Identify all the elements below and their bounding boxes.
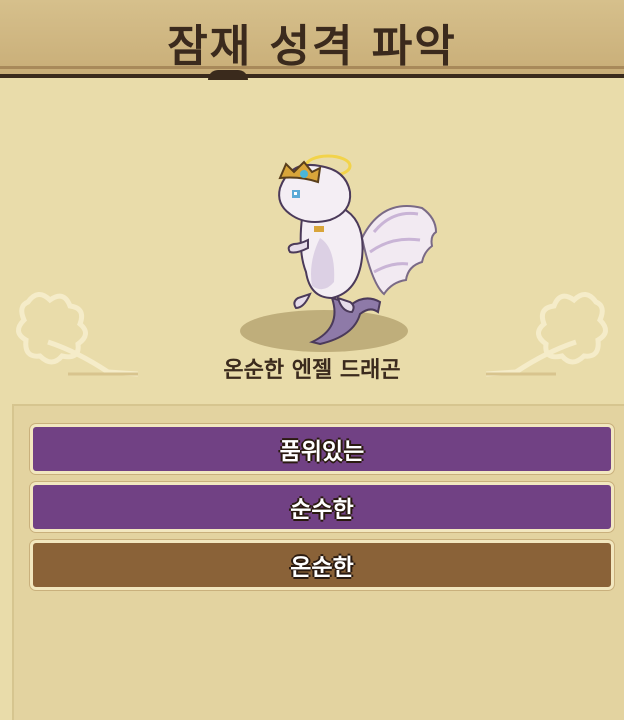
option-button-gentle[interactable]: 온순한 — [30, 540, 614, 590]
page-title: 잠재 성격 파악 — [167, 21, 457, 72]
personality-options-panel: 품위있는 순수한 온순한 — [12, 404, 624, 720]
header-bar: 잠재 성격 파악 — [0, 0, 624, 80]
creature-name: 온순한 엔젤 드래곤 — [223, 358, 401, 383]
creature-stage: 온순한 엔젤 드래곤 — [0, 82, 624, 402]
angel-dragon-sprite-icon — [278, 154, 438, 346]
header-notch — [208, 70, 248, 80]
option-button-dignified[interactable]: 품위있는 — [30, 424, 614, 474]
option-button-pure[interactable]: 순수한 — [30, 482, 614, 532]
